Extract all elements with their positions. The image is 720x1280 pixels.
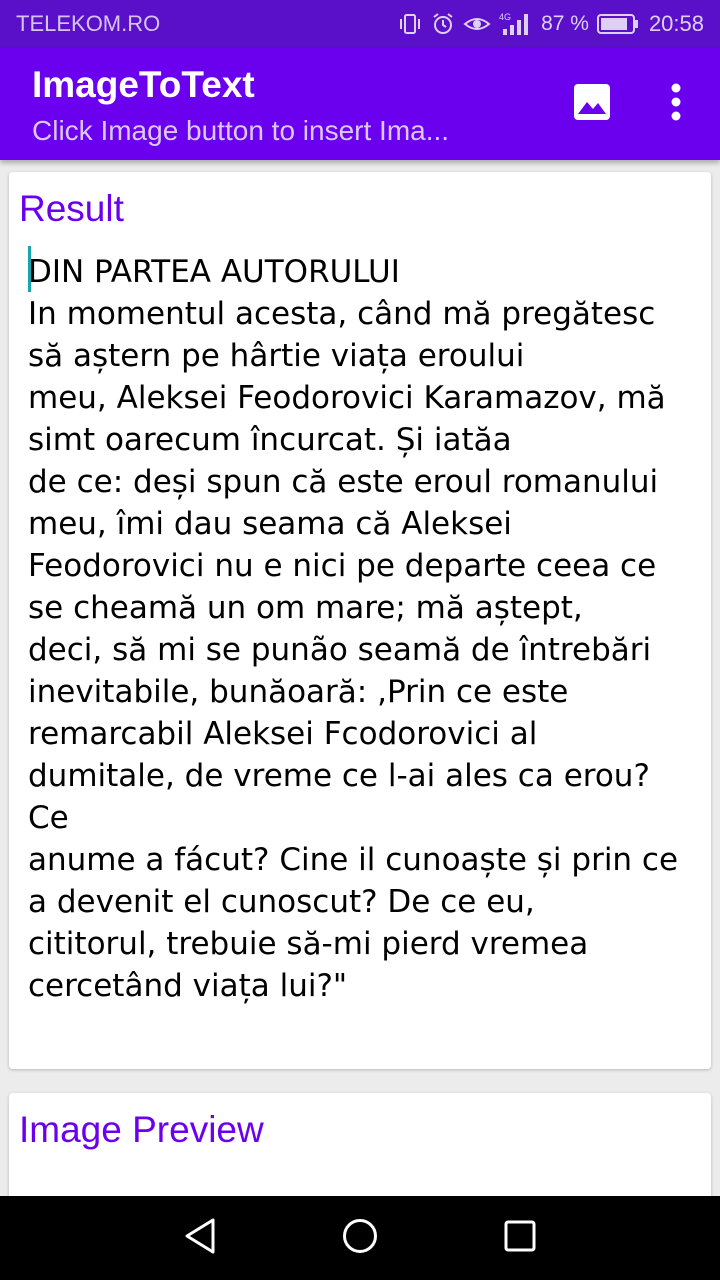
- navigation-bar: [0, 1196, 720, 1280]
- app-bar: ImageToText Click Image button to insert…: [0, 48, 720, 160]
- signal-icon: 4G: [499, 11, 533, 37]
- home-icon: [342, 1218, 378, 1259]
- network-type-label: 4G: [499, 12, 511, 22]
- status-icons: 4G 87 % 20:58: [397, 11, 704, 37]
- carrier-label: TELEKOM.RO: [16, 11, 161, 36]
- image-preview-heading: Image Preview: [19, 1109, 264, 1150]
- recents-icon: [504, 1220, 536, 1257]
- battery-percent: 87 %: [541, 12, 589, 35]
- image-icon: [573, 83, 611, 126]
- overflow-menu-button[interactable]: [652, 74, 700, 134]
- status-bar: TELEKOM.RO 4G 87 % 20:58: [0, 0, 720, 48]
- insert-image-button[interactable]: [562, 74, 622, 134]
- back-button[interactable]: [176, 1214, 224, 1262]
- result-text-field[interactable]: DIN PARTEA AUTORULUI In momentul acesta,…: [28, 251, 700, 1007]
- result-heading: Result: [19, 188, 124, 229]
- back-icon: [183, 1218, 217, 1259]
- home-button[interactable]: [336, 1214, 384, 1262]
- overflow-menu-icon: [670, 83, 682, 126]
- result-card: Result DIN PARTEA AUTORULUI In momentul …: [9, 172, 711, 1069]
- eye-comfort-icon: [463, 12, 491, 36]
- app-title: ImageToText: [32, 64, 255, 105]
- recents-button[interactable]: [496, 1214, 544, 1262]
- app-subtitle: Click Image button to insert Ima...: [32, 115, 450, 146]
- clock: 20:58: [648, 11, 704, 36]
- alarm-icon: [431, 12, 455, 36]
- vibrate-icon: [397, 12, 423, 36]
- battery-icon: [596, 13, 639, 35]
